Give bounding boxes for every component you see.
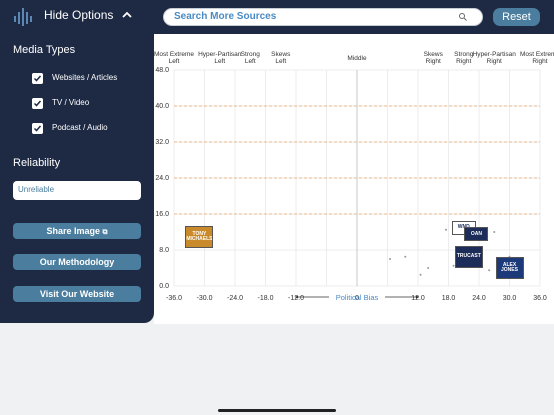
- chart-background: [154, 34, 554, 324]
- reliability-value: Unreliable: [18, 185, 55, 194]
- search-icon[interactable]: [458, 12, 468, 22]
- checkbox-checked-icon[interactable]: [32, 98, 43, 109]
- y-tick-label: 8.0: [159, 247, 169, 254]
- y-tick-label: 16.0: [155, 211, 169, 218]
- data-point: [404, 255, 407, 258]
- checkbox-checked-icon[interactable]: [32, 123, 43, 134]
- search-placeholder: Search More Sources: [174, 11, 277, 22]
- chevron-up-icon[interactable]: [120, 8, 134, 22]
- data-point: [444, 228, 447, 231]
- reliability-title: Reliability: [13, 157, 61, 169]
- checkbox-checked-icon[interactable]: [32, 73, 43, 84]
- data-point: [419, 273, 422, 276]
- chart-svg[interactable]: Most Extreme LeftHyper-Partisan LeftStrong…: [154, 34, 554, 324]
- x-tick-label: -12.0: [288, 295, 304, 302]
- home-indicator: [218, 409, 336, 412]
- reliability-select[interactable]: Unreliable: [13, 181, 141, 200]
- share-image-button[interactable]: Share Image ⧉: [13, 223, 141, 239]
- source-thumbnail[interactable]: TONY MICHAELS: [185, 225, 214, 248]
- top-bar: Hide Options Search More Sources Reset: [0, 0, 554, 34]
- y-tick-label: 0.0: [159, 283, 169, 290]
- x-tick-label: -24.0: [227, 295, 243, 302]
- data-point: [427, 267, 430, 269]
- options-panel: Media Types Websites / Articles TV / Vid…: [0, 34, 154, 323]
- search-input[interactable]: Search More Sources: [163, 8, 483, 26]
- category-label: Skews Right: [424, 51, 444, 65]
- source-thumbnail[interactable]: OAN: [464, 227, 489, 242]
- y-tick-label: 48.0: [155, 67, 169, 74]
- logo-icon: [14, 8, 32, 26]
- x-tick-label: 30.0: [503, 295, 517, 302]
- data-point: [488, 269, 491, 272]
- x-tick-label: -18.0: [258, 295, 274, 302]
- media-types-title: Media Types: [13, 44, 76, 56]
- x-tick-label: -36.0: [166, 295, 182, 302]
- x-tick-label: 12.0: [411, 295, 425, 302]
- x-tick-label: 24.0: [472, 295, 486, 302]
- bias-chart[interactable]: Most Extreme Left Hyper-Partisan Left Strong…: [154, 34, 554, 324]
- checkbox-label: TV / Video: [52, 98, 90, 107]
- our-methodology-button[interactable]: Our Methodology: [13, 254, 141, 270]
- x-axis-label: Political Bias: [336, 293, 379, 302]
- category-label: Strong Right: [454, 51, 474, 65]
- share-icon: ⧉: [102, 229, 108, 236]
- source-thumbnail[interactable]: TRUCAST: [454, 245, 483, 268]
- category-label: Middle: [347, 55, 367, 62]
- visit-website-button[interactable]: Visit Our Website: [13, 286, 141, 302]
- data-point: [493, 231, 496, 233]
- x-tick-label: 18.0: [442, 295, 456, 302]
- data-point: [389, 258, 392, 260]
- share-image-label: Share Image: [46, 226, 100, 236]
- checkbox-label: Podcast / Audio: [52, 123, 108, 132]
- checkbox-label: Websites / Articles: [52, 73, 118, 82]
- y-tick-label: 24.0: [155, 175, 169, 182]
- source-thumbnail[interactable]: ALEX JONES: [495, 257, 524, 279]
- y-tick-label: 32.0: [155, 139, 169, 146]
- reset-button[interactable]: Reset: [493, 8, 540, 26]
- hide-options-button[interactable]: Hide Options: [44, 8, 113, 22]
- x-tick-label: 36.0: [533, 295, 547, 302]
- y-tick-label: 40.0: [155, 103, 169, 110]
- x-tick-label: -30.0: [197, 295, 213, 302]
